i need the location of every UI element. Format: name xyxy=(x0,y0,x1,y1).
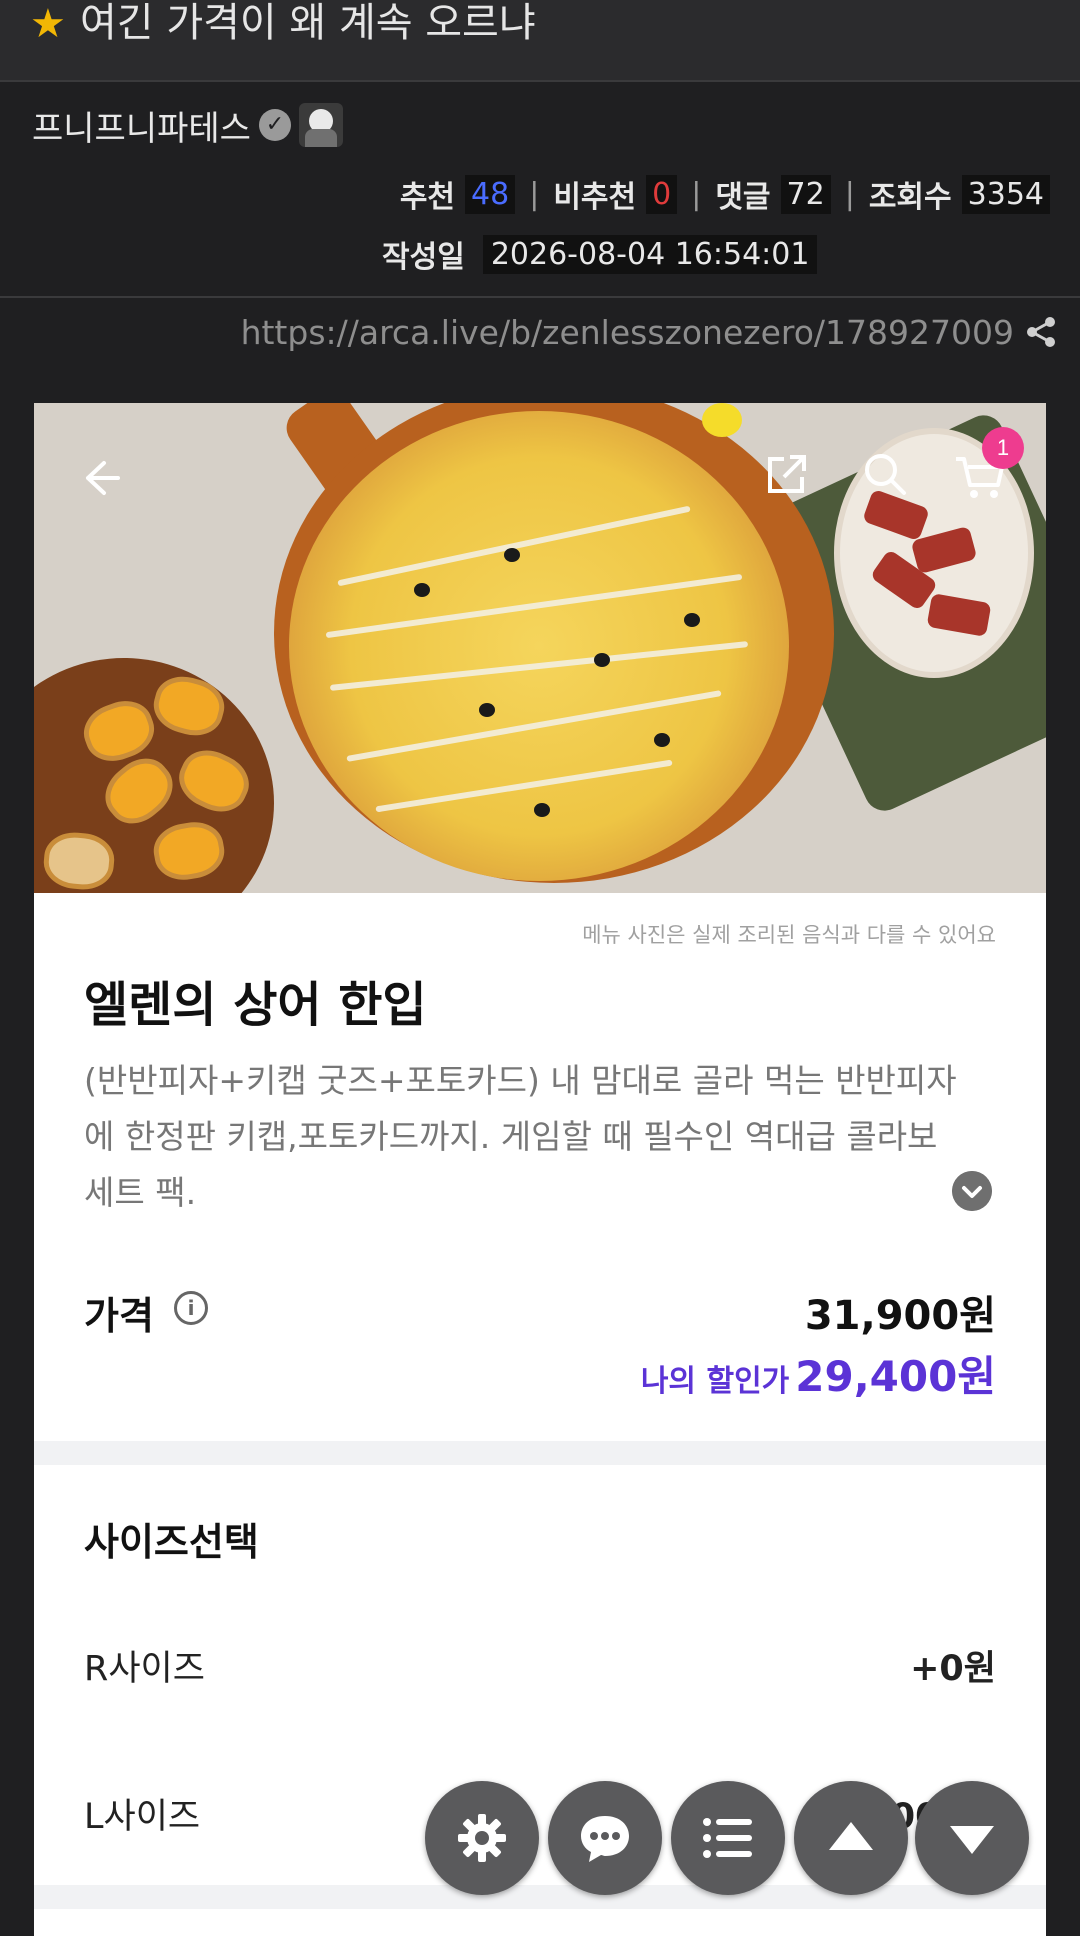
product-card: 1 메뉴 사진은 실제 조리된 음식과 다를 수 있어요 엘렌의 상어 한입 (… xyxy=(34,403,1046,1936)
photo-disclaimer: 메뉴 사진은 실제 조리된 음식과 다를 수 있어요 xyxy=(582,923,996,947)
comments-label: 댓글 xyxy=(715,180,771,215)
chat-icon xyxy=(581,1816,629,1862)
product-name: 엘렌의 상어 한입 xyxy=(84,977,427,1033)
post-stats: 추천 48 | 비추천 0 | 댓글 72 | 조회수 3354 xyxy=(400,170,1050,218)
date-value: 2026-08-04 16:54:01 xyxy=(482,234,818,274)
post-title: 여긴 가격이 왜 계속 오르냐 xyxy=(80,0,536,46)
size-option-l[interactable]: L사이즈 xyxy=(84,1788,200,1839)
discount-price: 29,400원 xyxy=(795,1352,996,1401)
discount-label: 나의 할인가 xyxy=(640,1364,790,1399)
views-label: 조회수 xyxy=(868,180,952,215)
separator: | xyxy=(529,176,540,212)
olive xyxy=(684,613,700,627)
author-row: 프니프니파테스 ✓ xyxy=(32,100,343,150)
size-section-title: 사이즈선택 xyxy=(84,1520,259,1564)
scroll-up-button[interactable] xyxy=(794,1781,908,1895)
external-link-icon[interactable] xyxy=(762,451,810,499)
olive xyxy=(534,803,550,817)
scroll-down-button[interactable] xyxy=(915,1781,1029,1895)
price-value: 31,900원 xyxy=(804,1293,996,1339)
search-icon[interactable] xyxy=(860,449,910,499)
separator: | xyxy=(844,176,855,212)
olive xyxy=(594,653,610,667)
gear-icon xyxy=(458,1814,506,1862)
not-recommend-count: 0 xyxy=(646,174,678,214)
date-label: 작성일 xyxy=(382,240,465,275)
share-icon[interactable] xyxy=(1024,315,1058,349)
separator: | xyxy=(691,176,702,212)
size-option-r-price: +0원 xyxy=(910,1649,996,1689)
star-icon: ★ xyxy=(30,1,66,47)
comments-button[interactable] xyxy=(548,1781,662,1895)
olive xyxy=(479,703,495,717)
info-icon[interactable]: i xyxy=(174,1291,208,1325)
post-url-row: https://arca.live/b/zenlesszonezero/1789… xyxy=(241,306,1058,358)
section-divider xyxy=(34,1441,1046,1465)
size-option-r[interactable]: R사이즈 xyxy=(84,1640,205,1691)
product-description: (반반피자+키캡 굿즈+포토카드) 내 맘대로 골라 먹는 반반피자에 한정판 … xyxy=(84,1061,957,1212)
olive xyxy=(504,548,520,562)
not-recommend-label: 비추천 xyxy=(553,180,637,215)
recommend-count: 48 xyxy=(465,174,516,214)
list-button[interactable] xyxy=(671,1781,785,1895)
arrow-down-icon xyxy=(950,1826,994,1854)
verified-icon: ✓ xyxy=(258,109,291,141)
back-icon[interactable] xyxy=(74,453,124,503)
post-date-row: 작성일 2026-08-04 16:54:01 xyxy=(382,230,818,278)
section-divider xyxy=(34,1885,1046,1909)
comments-count: 72 xyxy=(780,174,831,214)
list-icon xyxy=(703,1818,752,1858)
chevron-down-icon[interactable] xyxy=(952,1171,992,1211)
post-url[interactable]: https://arca.live/b/zenlesszonezero/1789… xyxy=(241,313,1014,352)
post-title-bar: ★ 여긴 가격이 왜 계속 오르냐 xyxy=(0,0,1080,82)
price-label: 가격 xyxy=(84,1294,154,1338)
divider xyxy=(0,296,1080,298)
settings-button[interactable] xyxy=(425,1781,539,1895)
cheese-ball xyxy=(702,403,742,437)
avatar[interactable] xyxy=(298,103,343,147)
views-count: 3354 xyxy=(961,174,1050,214)
discount-row: 나의 할인가 29,400원 xyxy=(641,1343,996,1404)
author-name[interactable]: 프니프니파테스 xyxy=(32,101,251,150)
recommend-label: 추천 xyxy=(399,180,456,215)
olive xyxy=(414,583,430,597)
olive xyxy=(654,733,670,747)
cart-count-badge: 1 xyxy=(982,427,1024,469)
product-image: 1 xyxy=(34,403,1046,893)
arrow-up-icon xyxy=(829,1822,873,1850)
